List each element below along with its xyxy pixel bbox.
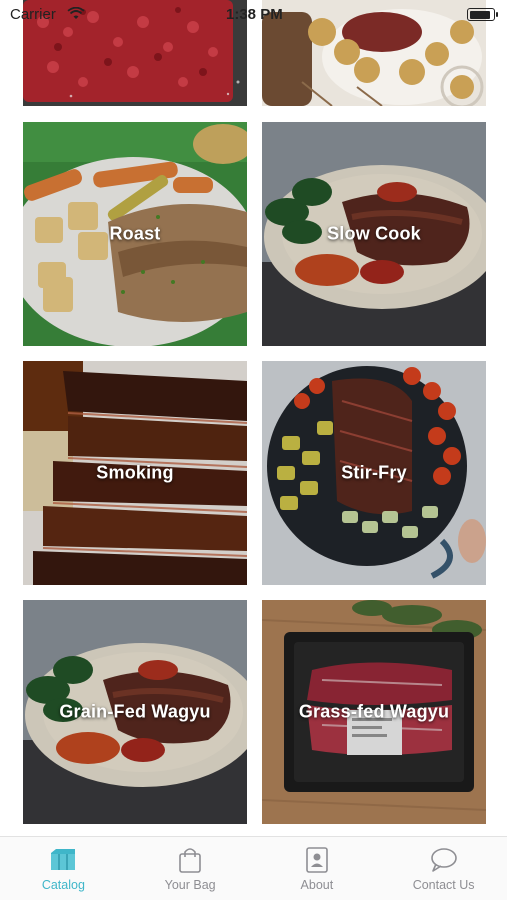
- tab-label: Your Bag: [164, 878, 216, 892]
- category-label: Grass-fed Wagyu: [298, 701, 450, 722]
- category-label: Stir-Fry: [341, 462, 407, 483]
- category-tile-slow-cook[interactable]: Slow Cook: [262, 122, 486, 346]
- category-tile-roast[interactable]: Roast: [23, 122, 247, 346]
- tab-label: About: [300, 878, 334, 892]
- tab-label: Catalog: [41, 878, 85, 892]
- bag-icon: [179, 848, 201, 873]
- category-label: Grain-Fed Wagyu: [59, 701, 211, 722]
- tab-contact-us[interactable]: Contact Us: [380, 837, 507, 900]
- category-label: Roast: [109, 223, 161, 244]
- status-bar: Carrier 1:38 PM: [0, 0, 507, 30]
- tab-about[interactable]: About: [254, 837, 381, 900]
- catalog-icon: [51, 849, 76, 870]
- category-tile-smoking[interactable]: Smoking: [23, 361, 247, 585]
- status-time: 1:38 PM: [226, 6, 283, 23]
- tab-bar: Catalog Your Bag About Contact Us: [0, 836, 507, 900]
- tab-label: Contact Us: [412, 878, 475, 892]
- category-tile-grain-fed-wagyu[interactable]: Grain-Fed Wagyu: [23, 600, 247, 824]
- wifi-icon: [67, 7, 85, 19]
- battery-icon: [467, 8, 498, 21]
- category-tile-stir-fry[interactable]: Stir-Fry: [262, 361, 486, 585]
- tab-catalog[interactable]: Catalog: [0, 837, 127, 900]
- category-label: Smoking: [96, 462, 174, 483]
- tab-your-bag[interactable]: Your Bag: [127, 837, 254, 900]
- category-label: Slow Cook: [327, 223, 421, 244]
- contact-icon: [430, 848, 457, 872]
- category-tile-grass-fed-wagyu[interactable]: Grass-fed Wagyu: [262, 600, 486, 824]
- catalog-grid: Roast Slow Cook Smoking Stir-Fry Grain-F…: [0, 0, 507, 836]
- about-icon: [306, 847, 328, 873]
- carrier-label: Carrier: [10, 6, 56, 23]
